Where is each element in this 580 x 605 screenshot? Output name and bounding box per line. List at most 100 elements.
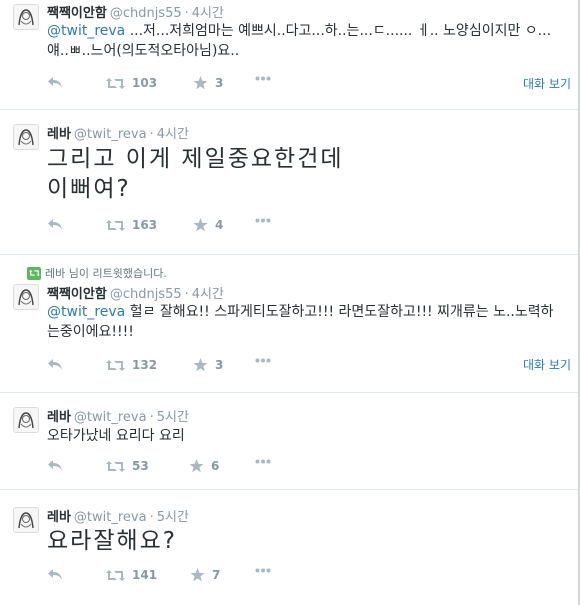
tweet-header: 짹짹이안함 @chdnjs55 · 4시간 xyxy=(47,283,224,302)
favorite-button[interactable]: 4 xyxy=(193,218,223,232)
tweet[interactable]: 레바 @twit_reva · 4시간 그리고 이게 제일중요한건데 이뻐여? 163… xyxy=(0,110,580,255)
more-icon xyxy=(255,568,271,573)
timestamp[interactable]: 4시간 xyxy=(157,127,189,142)
tweet-actions: 132 3 xyxy=(47,358,547,376)
retweet-count: 103 xyxy=(132,76,158,90)
more-icon xyxy=(255,76,271,81)
tweet-text-line: 이뻐여? xyxy=(47,175,131,202)
mention-link[interactable]: @twit_reva xyxy=(47,23,125,39)
star-icon xyxy=(193,218,208,232)
timestamp[interactable]: 4시간 xyxy=(192,287,224,302)
tweet[interactable]: 짹짹이안함 @chdnjs55 · 4시간 @twit_reva ...저...저희엄… xyxy=(0,0,580,110)
avatar[interactable] xyxy=(13,124,39,150)
favorite-count: 3 xyxy=(215,358,224,372)
tweet-actions: 53 6 xyxy=(47,459,547,477)
avatar[interactable] xyxy=(13,284,39,310)
tweet-text: @twit_reva ...저...저희엄마는 예쁘시..다고...하..는..… xyxy=(47,22,558,61)
more-button[interactable] xyxy=(255,76,271,81)
more-button[interactable] xyxy=(255,459,271,464)
avatar[interactable] xyxy=(13,407,39,433)
separator-dot: · xyxy=(184,6,189,21)
tweet-text: 오타가났네 요리다 요리 xyxy=(47,428,185,444)
tweet-text: 그리고 이게 제일중요한건데 이뻐여? xyxy=(47,145,558,205)
tweet-text: 요라잘해요? xyxy=(47,528,178,554)
retweet-button[interactable]: 141 xyxy=(106,568,157,582)
reply-icon xyxy=(48,460,62,471)
reply-button[interactable] xyxy=(47,358,63,371)
favorite-count: 3 xyxy=(215,76,224,90)
favorite-count: 6 xyxy=(211,459,220,473)
favorite-count: 4 xyxy=(215,218,224,232)
retweet-button[interactable]: 132 xyxy=(106,358,157,372)
star-icon xyxy=(190,568,205,582)
tweet-header: 레바 @twit_reva · 4시간 xyxy=(47,123,189,142)
retweet-context: 레바 님이 리트윗했습니다. xyxy=(27,265,167,281)
reply-icon xyxy=(48,219,62,230)
username[interactable]: @twit_reva xyxy=(74,510,147,525)
tweet-text: @twit_reva 헐ㄹ 잘해요!! 스파게티도잘하고!!! 라면도잘하고!!… xyxy=(47,303,558,342)
separator-dot: · xyxy=(149,410,154,425)
reply-button[interactable] xyxy=(47,218,63,231)
more-icon xyxy=(255,459,271,464)
view-conversation-link[interactable]: 대화 보기 xyxy=(523,356,571,373)
fullname[interactable]: 레바 xyxy=(47,410,71,425)
reply-button[interactable] xyxy=(47,568,63,581)
more-button[interactable] xyxy=(255,568,271,573)
retweet-count: 132 xyxy=(132,358,158,372)
more-icon xyxy=(255,218,271,223)
timestamp[interactable]: 4시간 xyxy=(192,6,224,21)
tweet-header: 짹짹이안함 @chdnjs55 · 4시간 xyxy=(47,2,224,21)
retweet-count: 163 xyxy=(132,218,158,232)
retweet-button[interactable]: 103 xyxy=(106,76,157,90)
username[interactable]: @twit_reva xyxy=(74,410,147,425)
favorite-button[interactable]: 7 xyxy=(190,568,220,582)
separator-dot: · xyxy=(149,510,154,525)
retweet-icon xyxy=(106,460,125,472)
more-icon xyxy=(255,358,271,363)
tweet[interactable]: 레바 @twit_reva · 5시간 요라잘해요? 141 7 xyxy=(0,490,580,605)
reply-icon xyxy=(48,569,62,580)
timestamp[interactable]: 5시간 xyxy=(157,410,189,425)
retweet-count: 141 xyxy=(132,568,158,582)
star-icon xyxy=(193,358,208,372)
username[interactable]: @twit_reva xyxy=(74,127,147,142)
tweet-header: 레바 @twit_reva · 5시간 xyxy=(47,406,189,425)
fullname[interactable]: 짹짹이안함 xyxy=(47,6,107,21)
tweet-header: 레바 @twit_reva · 5시간 xyxy=(47,506,189,525)
tweet-actions: 103 3 xyxy=(47,76,547,94)
username[interactable]: @chdnjs55 xyxy=(110,6,182,21)
retweet-button[interactable]: 163 xyxy=(106,218,157,232)
separator-dot: · xyxy=(184,287,189,302)
fullname[interactable]: 짹짹이안함 xyxy=(47,287,107,302)
tweet[interactable]: 레바 님이 리트윗했습니다. 짹짹이안함 @chdnjs55 · 4시간 @twit_… xyxy=(0,255,580,393)
separator-dot: · xyxy=(149,127,154,142)
retweet-icon xyxy=(106,359,125,371)
tweet[interactable]: 레바 @twit_reva · 5시간 오타가났네 요리다 요리 53 6 xyxy=(0,393,580,490)
fullname[interactable]: 레바 xyxy=(47,127,71,142)
reply-button[interactable] xyxy=(47,459,63,472)
reply-button[interactable] xyxy=(47,76,63,89)
view-conversation-link[interactable]: 대화 보기 xyxy=(523,75,571,92)
more-button[interactable] xyxy=(255,358,271,363)
favorite-button[interactable]: 3 xyxy=(193,358,223,372)
retweeted-icon xyxy=(27,266,41,280)
avatar[interactable] xyxy=(13,4,39,30)
mention-link[interactable]: @twit_reva xyxy=(47,304,125,320)
more-button[interactable] xyxy=(255,218,271,223)
timestamp[interactable]: 5시간 xyxy=(157,510,189,525)
username[interactable]: @chdnjs55 xyxy=(110,287,182,302)
favorite-button[interactable]: 3 xyxy=(193,76,223,90)
retweet-icon xyxy=(106,77,125,89)
avatar[interactable] xyxy=(13,507,39,533)
retweet-button[interactable]: 53 xyxy=(106,459,149,473)
fullname[interactable]: 레바 xyxy=(47,510,71,525)
tweet-text-line: 그리고 이게 제일중요한건데 xyxy=(47,146,344,172)
retweet-icon xyxy=(106,219,125,231)
star-icon xyxy=(189,459,204,473)
retweet-context-text[interactable]: 레바 님이 리트윗했습니다. xyxy=(45,265,167,281)
retweet-icon xyxy=(106,569,125,581)
favorite-count: 7 xyxy=(212,568,221,582)
favorite-button[interactable]: 6 xyxy=(189,459,219,473)
reply-icon xyxy=(48,77,62,88)
retweet-count: 53 xyxy=(132,459,149,473)
